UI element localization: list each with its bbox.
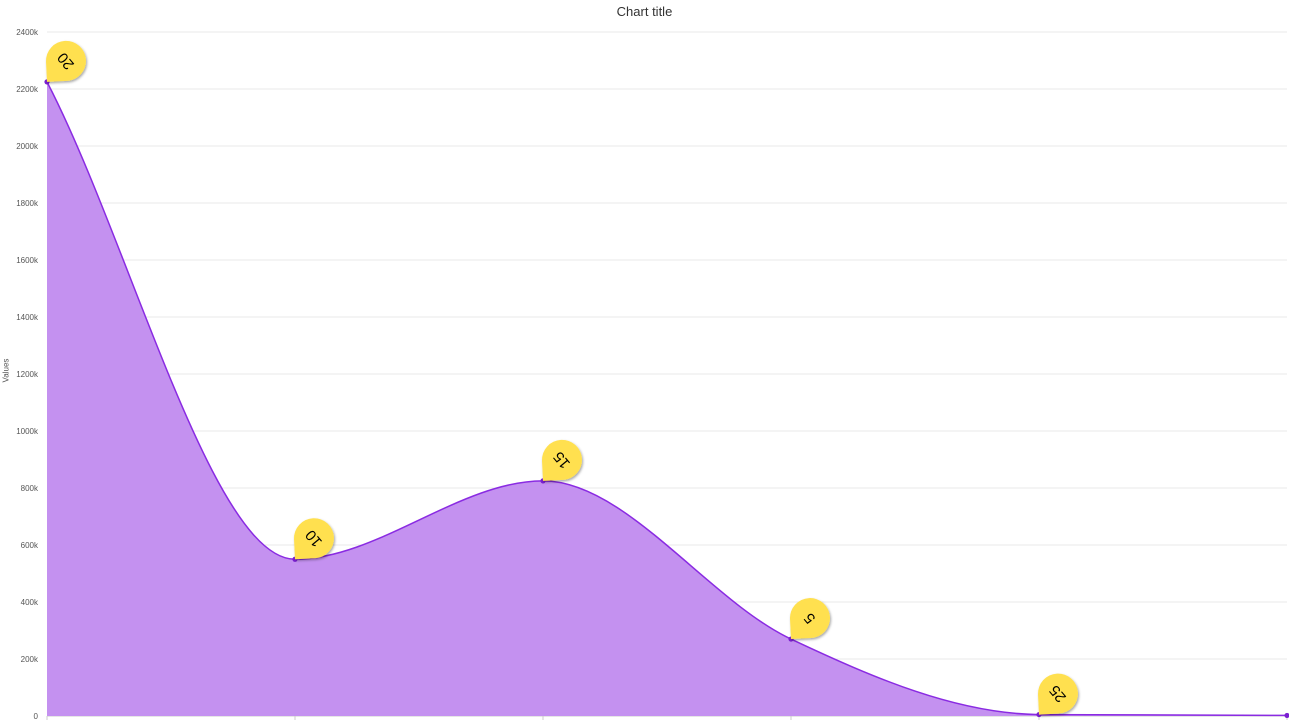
- y-tick-label: 400k: [21, 598, 39, 607]
- area-fill: [47, 81, 1287, 716]
- area-chart: 0 200k 400k 600k 800k 1000k 1200k 1400k 1600k 180…: [16, 28, 1289, 720]
- y-tick-label: 1400k: [16, 313, 39, 322]
- y-tick-label: 200k: [21, 655, 39, 664]
- y-tick-label: 1000k: [16, 427, 39, 436]
- y-tick-label: 2400k: [16, 28, 39, 37]
- pin-label: 15: [542, 439, 582, 481]
- y-tick-label: 600k: [21, 541, 39, 550]
- y-tick-label: 1800k: [16, 199, 39, 208]
- y-tick-label: 1200k: [16, 370, 39, 379]
- pin-label: 25: [1038, 673, 1078, 715]
- pin-label: 20: [46, 40, 86, 82]
- y-tick-label: 800k: [21, 484, 39, 493]
- y-tick-label: 0: [34, 712, 39, 720]
- pin-label: 10: [294, 518, 334, 560]
- y-tick-label: 2200k: [16, 85, 39, 94]
- data-point[interactable]: [1284, 712, 1289, 719]
- pin-label: 5: [790, 598, 830, 640]
- y-tick-label: 1600k: [16, 256, 39, 265]
- y-tick-label: 2000k: [16, 142, 39, 151]
